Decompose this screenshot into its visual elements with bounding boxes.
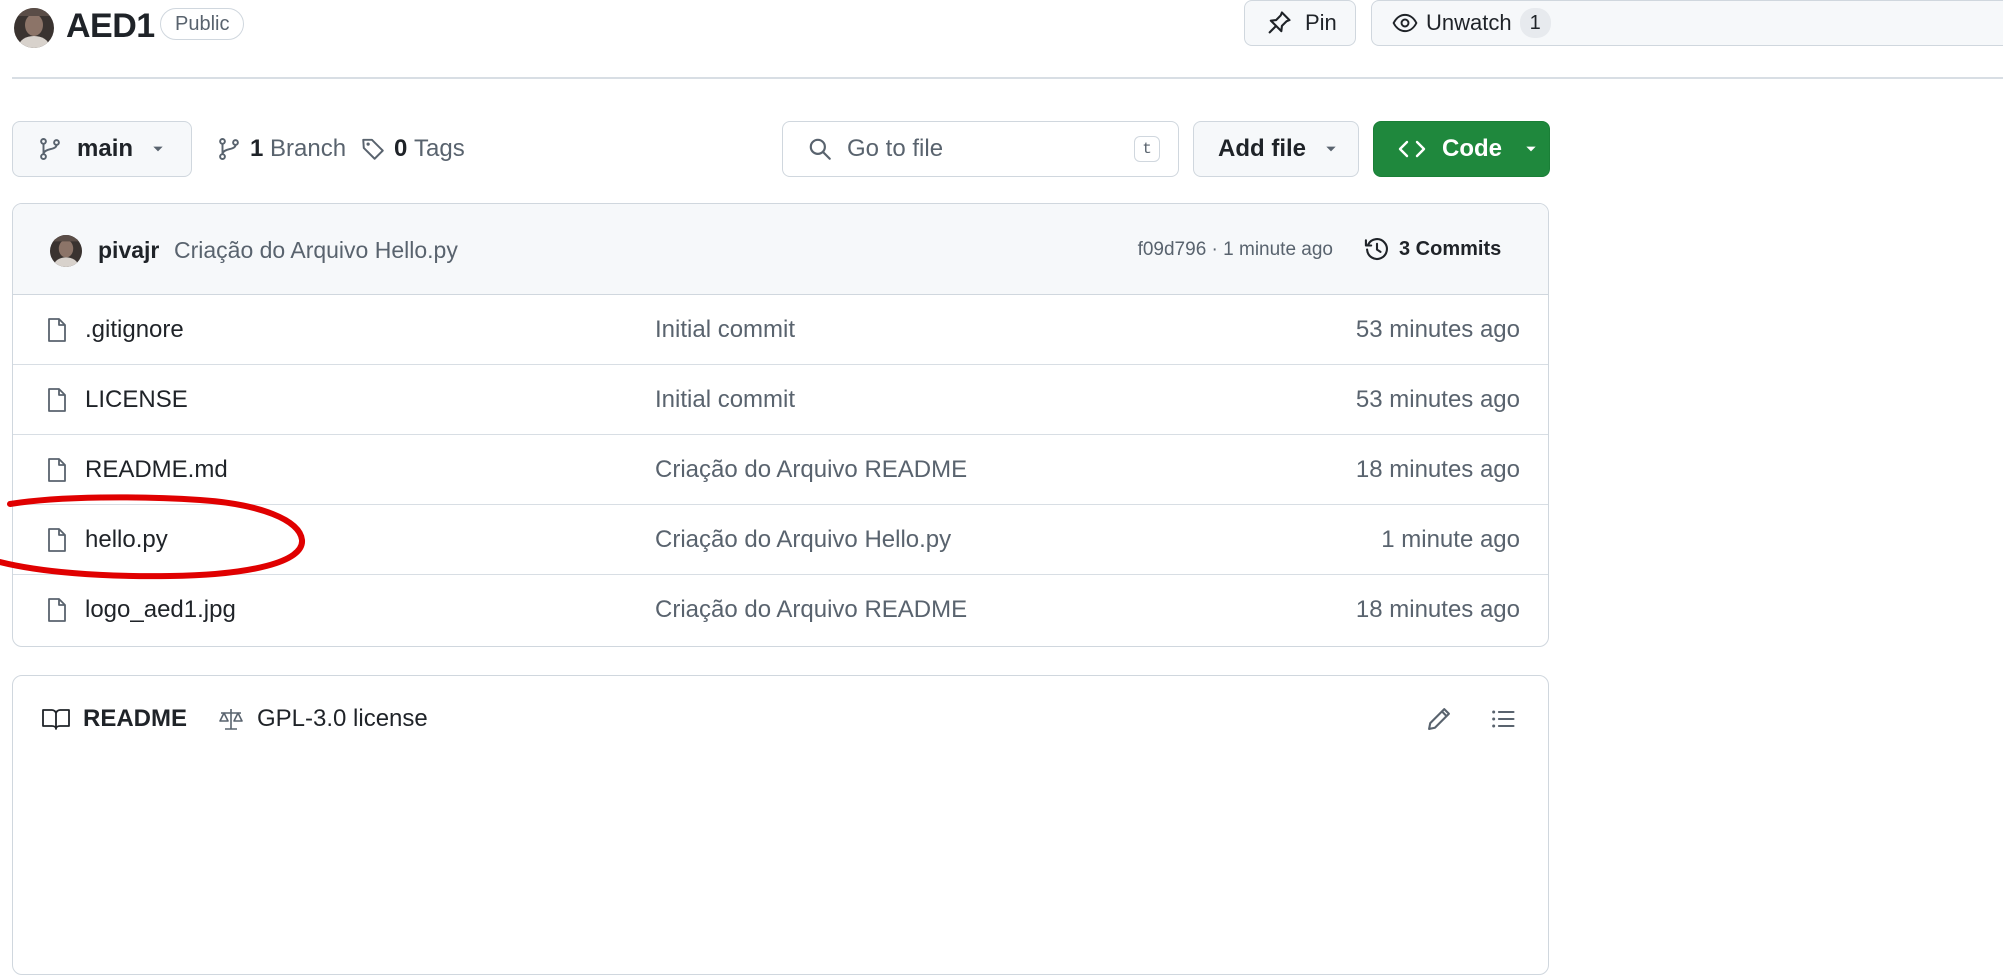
file-commit-time: 53 minutes ago [1355, 386, 1520, 413]
branches-count: 1 [250, 135, 264, 162]
readme-tab[interactable]: README [41, 703, 187, 735]
pin-label: Pin [1305, 10, 1337, 35]
chevron-down-icon [1326, 146, 1336, 152]
eye-icon [1392, 13, 1418, 33]
edit-readme-button[interactable] [1425, 705, 1453, 733]
file-commit-message[interactable]: Criação do Arquivo Hello.py [655, 524, 951, 556]
file-icon [48, 318, 66, 342]
branches-link[interactable]: 1 Branch [216, 133, 346, 165]
repo-owner-avatar[interactable] [14, 8, 54, 48]
file-name[interactable]: logo_aed1.jpg [85, 594, 236, 626]
file-commit-message[interactable]: Criação do Arquivo README [655, 454, 967, 486]
file-row[interactable]: LICENSE Initial commit 53 minutes ago [13, 365, 1548, 435]
repo-name[interactable]: AED1 [66, 6, 155, 46]
file-commit-time: 18 minutes ago [1355, 456, 1520, 483]
add-file-button[interactable]: Add file [1193, 121, 1359, 177]
tags-label: Tags [414, 135, 465, 162]
tag-icon [362, 138, 384, 160]
tags-link[interactable]: 0 Tags [360, 133, 465, 165]
header-divider [12, 77, 2003, 79]
tags-count: 0 [394, 135, 408, 162]
pin-icon [1268, 11, 1291, 34]
history-icon [1364, 238, 1388, 260]
chevron-down-icon [1526, 146, 1536, 152]
pencil-icon [1428, 708, 1450, 730]
code-icon [1398, 140, 1426, 158]
list-icon [1492, 710, 1515, 728]
code-button[interactable]: Code [1373, 121, 1550, 177]
commit-hash-time[interactable]: f09d796 · 1 minute ago [1138, 237, 1333, 263]
branch-selector[interactable]: main [12, 121, 192, 177]
license-tab[interactable]: GPL-3.0 license [217, 703, 428, 735]
scale-icon [219, 709, 243, 730]
outline-button[interactable] [1489, 705, 1517, 733]
unwatch-label: Unwatch [1426, 10, 1512, 35]
file-row[interactable]: .gitignore Initial commit 53 minutes ago [13, 295, 1548, 365]
annotation-ellipse [0, 494, 305, 580]
book-icon [42, 709, 70, 730]
readme-panel: README GPL-3.0 license [12, 675, 1549, 975]
readme-tab-label: README [83, 705, 188, 732]
branch-name: main [77, 135, 134, 162]
visibility-badge: Public [160, 8, 245, 40]
watch-count: 1 [1519, 8, 1551, 38]
commits-history-link[interactable]: 3 Commits [1363, 234, 1501, 264]
unwatch-button[interactable]: Unwatch 1 [1371, 0, 2003, 46]
file-commit-time: 1 minute ago [1381, 526, 1520, 553]
file-name[interactable]: README.md [85, 454, 228, 486]
chevron-down-icon [153, 146, 163, 152]
file-icon [48, 388, 66, 412]
commits-label: 3 Commits [1399, 238, 1502, 260]
file-name[interactable]: LICENSE [85, 384, 188, 416]
file-commit-message[interactable]: Initial commit [655, 314, 795, 346]
avatar-icon [50, 235, 82, 267]
search-shortcut-key: t [1134, 136, 1160, 162]
commit-author[interactable]: pivajr [98, 235, 159, 265]
search-icon [809, 138, 831, 160]
search-placeholder: Go to file [847, 135, 944, 162]
commit-author-avatar[interactable] [50, 235, 82, 267]
code-label: Code [1442, 135, 1502, 162]
file-commit-time: 18 minutes ago [1355, 596, 1520, 623]
branch-icon [40, 138, 60, 160]
branch-icon [219, 138, 239, 160]
latest-commit-bar: pivajr Criação do Arquivo Hello.py f09d7… [13, 204, 1548, 295]
go-to-file-input[interactable]: Go to file t [782, 121, 1179, 177]
avatar-icon [14, 8, 54, 48]
file-commit-message[interactable]: Criação do Arquivo README [655, 594, 967, 626]
file-name[interactable]: .gitignore [85, 314, 184, 346]
file-icon [48, 458, 66, 482]
license-tab-label: GPL-3.0 license [257, 705, 428, 732]
file-commit-time: 53 minutes ago [1355, 316, 1520, 343]
file-icon [48, 598, 66, 622]
file-commit-message[interactable]: Initial commit [655, 384, 795, 416]
add-file-label: Add file [1218, 135, 1306, 162]
pin-button[interactable]: Pin [1244, 0, 1356, 46]
branches-label: Branch [270, 135, 347, 162]
commit-message[interactable]: Criação do Arquivo Hello.py [174, 235, 458, 265]
